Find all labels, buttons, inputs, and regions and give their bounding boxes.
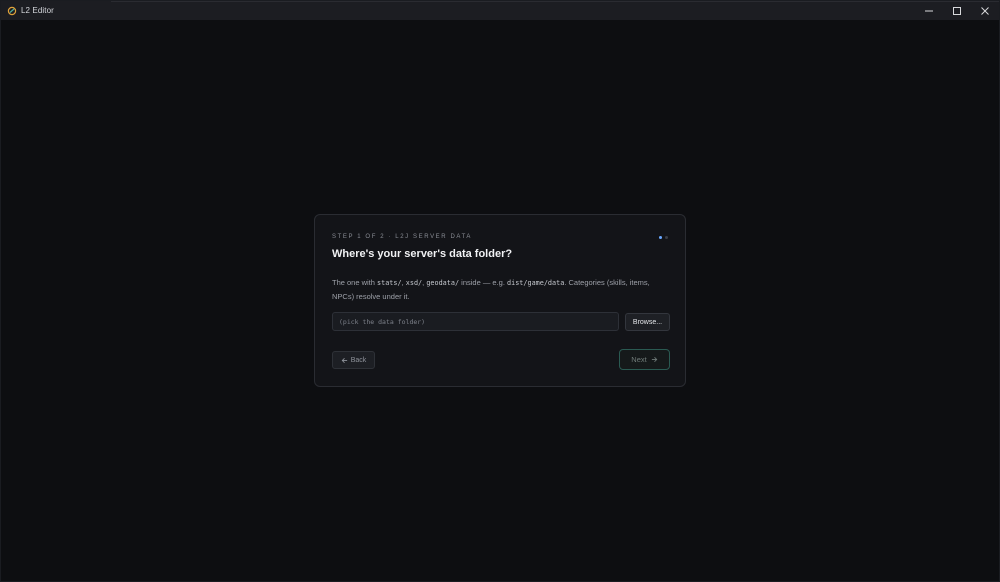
step-label: STEP 1 OF 2 · L2J SERVER DATA — [332, 234, 472, 240]
desc-code: geodata/ — [426, 279, 460, 287]
arrow-left-icon — [341, 357, 347, 363]
desc-code: dist/game/data — [507, 279, 565, 287]
window-controls — [915, 1, 999, 20]
arrow-right-icon — [651, 357, 658, 362]
minimize-icon — [925, 10, 933, 11]
back-button[interactable]: Back — [332, 351, 375, 369]
next-button[interactable]: Next — [619, 349, 670, 370]
wizard-heading: Where's your server's data folder? — [332, 248, 513, 260]
desc-text: The one with — [332, 278, 378, 287]
step-dot — [665, 236, 668, 239]
title-bar-divider — [111, 1, 999, 2]
maximize-icon — [953, 6, 961, 15]
browse-button[interactable]: Browse... — [625, 313, 670, 331]
app-logo-icon — [7, 6, 17, 16]
back-button-label: Back — [350, 356, 367, 364]
window-title: L2 Editor — [21, 6, 54, 15]
step-indicator — [659, 236, 668, 239]
desc-code: xsd/ — [405, 279, 423, 287]
data-folder-input[interactable] — [332, 312, 619, 331]
desc-code: stats/ — [377, 279, 402, 287]
title-bar[interactable]: L2 Editor — [1, 1, 999, 20]
maximize-button[interactable] — [943, 1, 971, 20]
setup-wizard-card: STEP 1 OF 2 · L2J SERVER DATA Where's yo… — [314, 214, 686, 387]
desc-text: inside — e.g. — [459, 278, 508, 287]
close-icon — [981, 6, 989, 15]
step-dot-active — [659, 236, 662, 239]
app-window: L2 Editor STEP 1 OF 2 · L2J SERVER DATA — [0, 0, 1000, 582]
next-button-label: Next — [631, 355, 647, 364]
minimize-button[interactable] — [915, 1, 943, 20]
wizard-description: The one with stats/, xsd/, geodata/ insi… — [332, 276, 672, 304]
close-button[interactable] — [971, 1, 999, 20]
